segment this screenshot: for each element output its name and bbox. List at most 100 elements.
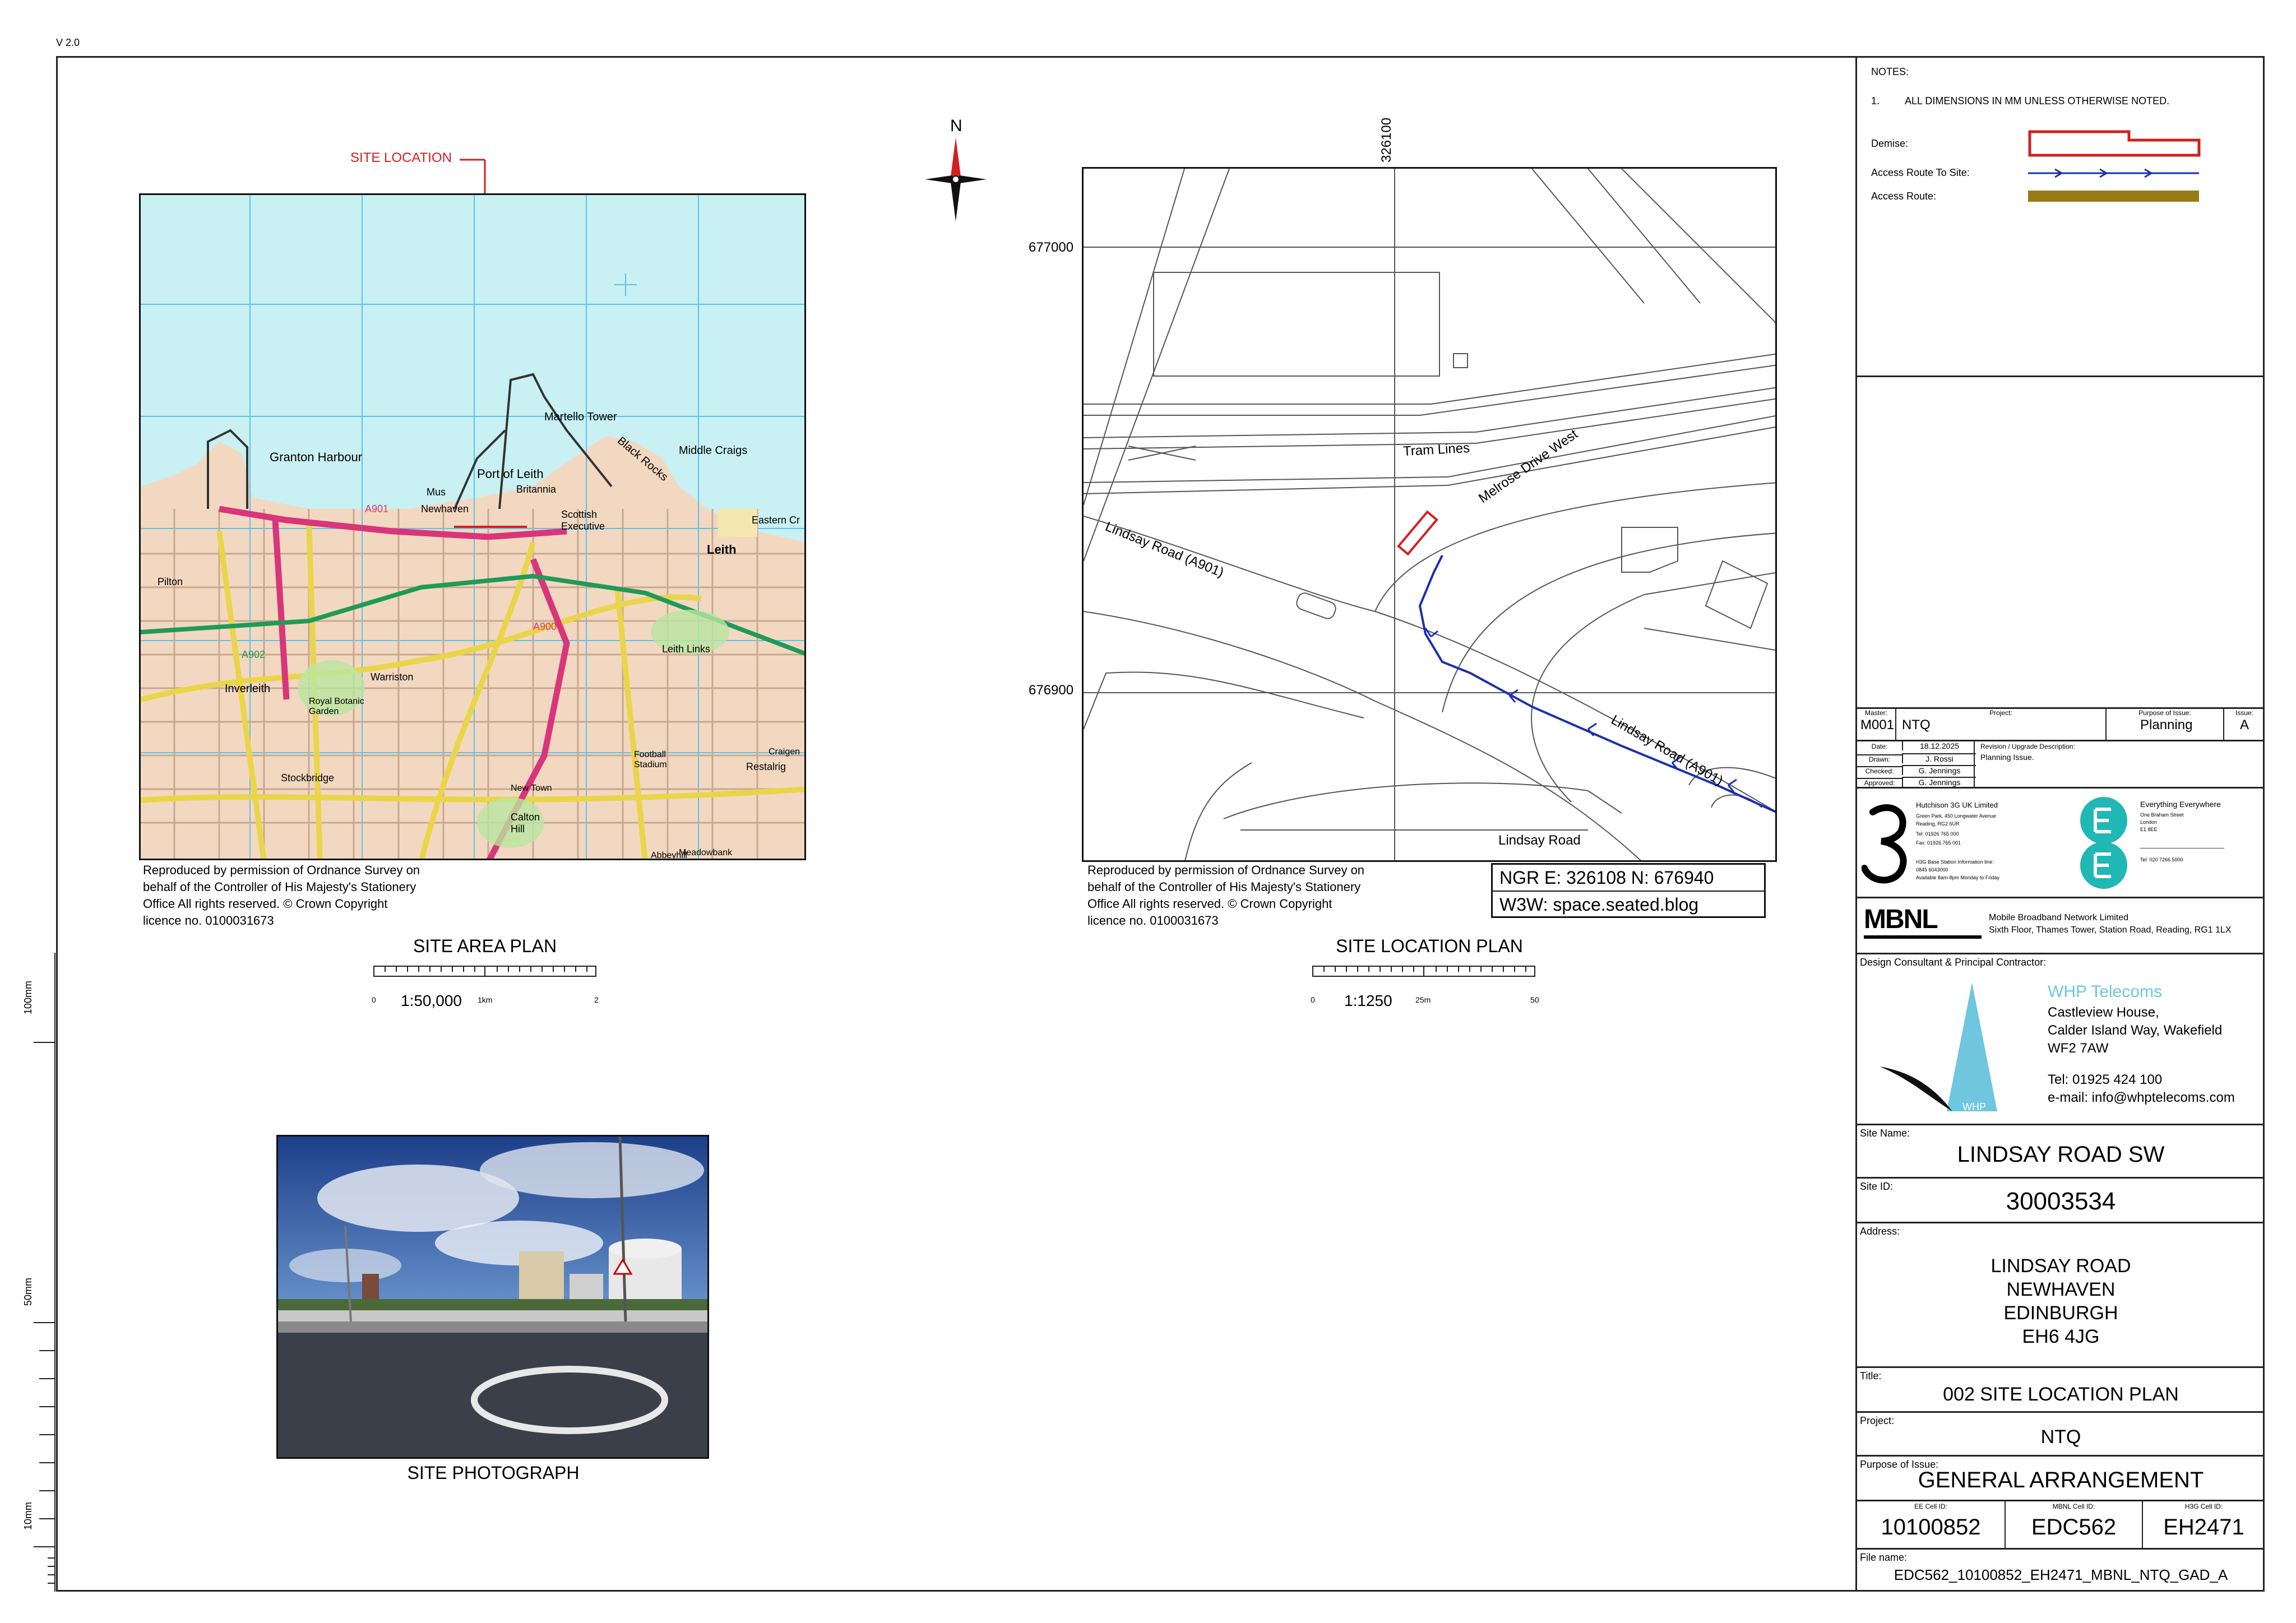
map-label: New Town — [511, 783, 552, 793]
copyright-line: licence no. 0100031673 — [143, 913, 274, 928]
map-label: Leith Links — [662, 643, 711, 655]
file-value: EDC562_10100852_EH2471_MBNL_NTQ_GAD_A — [1894, 1566, 2228, 1583]
whp-addr2: Calder Island Way, Wakefield — [2048, 1023, 2223, 1038]
site-location-plan-title: SITE LOCATION PLAN — [1336, 936, 1523, 956]
address-line: NEWHAVEN — [2006, 1279, 2116, 1300]
purpose2-value: GENERAL ARRANGEMENT — [1918, 1468, 2204, 1492]
ee-cell-label: EE Cell ID: — [1914, 1503, 1947, 1510]
ruler-mark-100: 100mm — [22, 980, 34, 1014]
h3g-cell-label: H3G Cell ID: — [2184, 1503, 2223, 1510]
h3g-cell-value: EH2471 — [2163, 1515, 2244, 1539]
site-photograph — [276, 1135, 709, 1459]
h3g-info1: H3G Base Station Information line: — [1916, 859, 1994, 865]
project2-value: NTQ — [2040, 1426, 2081, 1448]
address-block: LINDSAY ROAD NEWHAVEN EDINBURGH EH6 4JG — [1857, 1254, 2265, 1348]
note-text: ALL DIMENSIONS IN MM UNLESS OTHERWISE NO… — [1905, 95, 2170, 106]
location-scale-tick-50: 50 — [1530, 995, 1539, 1004]
ee-cell-value: 10100852 — [1881, 1515, 1981, 1539]
notes-heading: NOTES: — [1871, 66, 1909, 77]
map-label: Port of Leith — [477, 467, 544, 481]
location-scale-ratio: 1:1250 — [1344, 992, 1392, 1009]
legend-access-swatch — [2028, 191, 2199, 202]
mbnl-cell-value: EDC562 — [2031, 1515, 2117, 1539]
map-label: Stockbridge — [281, 772, 335, 783]
copyright-line: behalf of the Controller of His Majesty'… — [143, 880, 416, 894]
master-row: Master: M001 Project: NTQ Purpose of Issue… — [1857, 707, 2265, 740]
copyright-line: Reproduced by permission of Ordnance Sur… — [1087, 863, 1365, 877]
consultant-row: Design Consultant & Principal Contractor… — [1857, 953, 2265, 1124]
whp-name: WHP Telecoms — [2048, 982, 2162, 1001]
north-label: N — [950, 117, 962, 135]
area-scale-ratio: 1:50,000 — [401, 992, 462, 1009]
mbnl-line1: Mobile Broadband Network Limited — [1989, 913, 2129, 922]
legend-access-label: Access Route: — [1871, 191, 1937, 202]
grid-reference-box: NGR E: 326108 N: 676940 W3W: space.seate… — [1491, 863, 1766, 918]
north-arrow-icon — [925, 137, 987, 221]
title-row: Title: 002 SITE LOCATION PLAN — [1857, 1366, 2265, 1411]
date-label: Date: — [1871, 743, 1888, 750]
operators-row: Hutchison 3G UK Limited Green Park, 450 … — [1857, 787, 2265, 897]
address-label: Address: — [1860, 1226, 1900, 1237]
approved-label: Approved: — [1857, 778, 1902, 787]
site-id-row: Site ID: 30003534 — [1857, 1177, 2265, 1222]
map-label: Mus — [427, 486, 446, 498]
w3w-text: W3W: space.seated.blog — [1499, 894, 1699, 915]
map-label: Craigen — [769, 747, 800, 757]
site-area-plan-title: SITE AREA PLAN — [413, 936, 557, 956]
project-value: NTQ — [1902, 717, 1931, 732]
issue-value: A — [2239, 717, 2249, 732]
ee-tel: Tel: 020 7266 5000 — [2140, 857, 2183, 862]
ee-addr3: E1 8EE — [2140, 827, 2158, 832]
title-value: 002 SITE LOCATION PLAN — [1943, 1384, 2179, 1405]
title-label: Title: — [1860, 1370, 1882, 1381]
site-marker — [454, 526, 527, 528]
h3g-addr2: Reading, RG2 6UR — [1916, 821, 1960, 827]
legend-demise-label: Demise: — [1871, 138, 1909, 149]
map-label: Middle Craigs — [679, 444, 748, 457]
drawn-value: J. Rossi — [1902, 753, 1976, 763]
site-id-value: 30003534 — [2006, 1188, 2116, 1215]
copyright-line: Office All rights reserved. © Crown Copy… — [143, 897, 388, 911]
h3g-info2: 0845 6043000 — [1916, 867, 1948, 873]
map-label: Pilton — [158, 576, 183, 587]
area-scale-tick-2: 2 — [594, 995, 599, 1004]
project-label: Project: — [1989, 709, 2012, 717]
master-value: M001 — [1860, 717, 1895, 732]
cell-ids-row: EE Cell ID: 10100852 MBNL Cell ID: EDC56… — [1857, 1500, 2265, 1548]
approved-value: G. Jennings — [1902, 777, 1976, 787]
master-label: Master: — [1864, 709, 1887, 717]
copyright-line: Office All rights reserved. © Crown Copy… — [1087, 897, 1332, 911]
location-scale-bar — [1312, 966, 1535, 977]
site-name-value: LINDSAY ROAD SW — [1957, 1142, 2165, 1167]
h3g-name: Hutchison 3G UK Limited — [1916, 801, 1998, 809]
address-line: EH6 4JG — [2022, 1326, 2100, 1347]
site-location-callout: SITE LOCATION — [350, 150, 452, 165]
whp-logo-text: WHP — [1962, 1101, 1986, 1112]
notes-divider — [1857, 375, 2265, 377]
map-label: Warriston — [371, 671, 414, 683]
checked-value: G. Jennings — [1902, 765, 1976, 775]
site-name-label: Site Name: — [1860, 1128, 1910, 1139]
address-line: LINDSAY ROAD — [1991, 1255, 2131, 1277]
area-scale-tick-0: 0 — [372, 995, 376, 1004]
legend-access-site-label: Access Route To Site: — [1871, 167, 1970, 178]
address-line: EDINBURGH — [2003, 1302, 2118, 1324]
map-label: Newhaven — [421, 503, 469, 514]
address-row: Address: LINDSAY ROAD NEWHAVEN EDINBURGH… — [1857, 1222, 2265, 1366]
ruler-mark-50: 50mm — [22, 1277, 34, 1306]
grid-northing-label-1: 677000 — [1029, 240, 1074, 255]
whp-tel: Tel: 01925 424 100 — [2048, 1072, 2163, 1087]
ee-logo-icon — [2080, 797, 2127, 889]
area-scale-tick-1km: 1km — [478, 995, 493, 1004]
whp-addr1: Castleview House, — [2048, 1005, 2159, 1020]
ee-addr2: London — [2140, 819, 2158, 825]
map-label-lindsay-3: Lindsay Road — [1498, 833, 1581, 848]
h3g-fax: Fax: 01926 765 001 — [1916, 840, 1961, 846]
area-scale-bar — [373, 966, 596, 977]
file-label: File name: — [1860, 1552, 1908, 1563]
project2-label: Project: — [1860, 1415, 1895, 1426]
map-label: Scottish Executive — [561, 509, 605, 532]
whp-email: e-mail: info@whptelecoms.com — [2048, 1090, 2235, 1105]
ee-name: Everything Everywhere — [2140, 800, 2221, 809]
location-scale-tick-25m: 25m — [1415, 995, 1431, 1004]
